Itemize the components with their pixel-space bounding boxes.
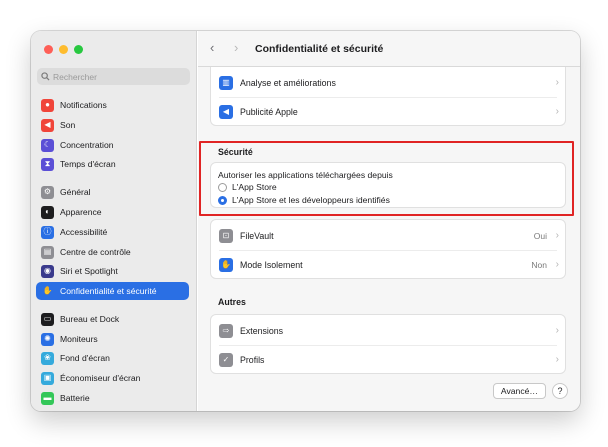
moon-icon: ☾: [41, 138, 54, 152]
settings-window: Rechercher ● Notifications ◀ Son ☾ Conce…: [31, 31, 580, 411]
help-button[interactable]: ?: [552, 383, 568, 399]
chevron-right-icon: ›: [555, 325, 559, 336]
forward-button[interactable]: ›: [234, 41, 238, 54]
profiles-icon: ✓: [219, 352, 233, 367]
sidebar-item-notifications[interactable]: ● Notifications: [36, 96, 189, 114]
row-label: Mode Isolement: [240, 259, 303, 270]
chevron-right-icon: ›: [555, 259, 559, 270]
sidebar-item-label: Bureau et Dock: [60, 314, 120, 324]
sidebar: Rechercher ● Notifications ◀ Son ☾ Conce…: [31, 31, 197, 411]
privacy-card: ▥ Analyse et améliorations › ◀ Publicité…: [210, 67, 566, 126]
control-center-icon: ▤: [41, 245, 54, 259]
window-controls: [44, 45, 83, 54]
search-input[interactable]: Rechercher: [37, 68, 190, 85]
sidebar-item-focus[interactable]: ☾ Concentration: [36, 136, 189, 154]
sidebar-item-label: Confidentialité et sécurité: [60, 286, 157, 296]
sidebar-item-siri-spotlight[interactable]: ◉ Siri et Spotlight: [36, 262, 189, 280]
sidebar-item-battery[interactable]: ▬ Batterie: [36, 389, 189, 407]
battery-icon: ▬: [41, 391, 54, 405]
row-label: FileVault: [240, 230, 274, 241]
dock-icon: ▭: [41, 312, 54, 326]
profiles-row[interactable]: ✓ Profils ›: [211, 345, 565, 374]
sidebar-item-label: Concentration: [60, 140, 114, 150]
apple-advertising-row[interactable]: ◀ Publicité Apple ›: [211, 97, 565, 126]
sidebar-item-screen-time[interactable]: ⧗ Temps d'écran: [36, 155, 189, 173]
sidebar-item-label: Économiseur d'écran: [60, 373, 141, 383]
search-placeholder: Rechercher: [53, 71, 97, 82]
accessibility-icon: ⓘ: [41, 225, 54, 239]
back-button[interactable]: ‹: [210, 41, 214, 54]
sidebar-item-privacy-security[interactable]: ✋ Confidentialité et sécurité: [36, 282, 189, 300]
sidebar-item-label: Apparence: [60, 207, 102, 217]
extensions-icon: ⇨: [219, 323, 233, 338]
page-title: Confidentialité et sécurité: [255, 43, 384, 55]
sidebar-item-appearance[interactable]: ◐ Apparence: [36, 203, 189, 221]
sidebar-item-wallpaper[interactable]: ❀ Fond d'écran: [36, 349, 189, 367]
sidebar-item-label: Général: [60, 187, 91, 197]
appearance-icon: ◐: [41, 205, 54, 219]
chevron-right-icon: ›: [555, 230, 559, 241]
sidebar-item-label: Notifications: [60, 100, 107, 110]
chevron-right-icon: ›: [555, 354, 559, 365]
sidebar-item-label: Fond d'écran: [60, 353, 110, 363]
security-options-card: ⊡ FileVault Oui › ✋ Mode Isolement Non ›: [210, 219, 566, 279]
security-highlight-box: [199, 141, 574, 216]
main-pane: ‹ › Confidentialité et sécurité ▥ Analys…: [198, 31, 580, 411]
sidebar-item-control-center[interactable]: ▤ Centre de contrôle: [36, 243, 189, 261]
sidebar-item-desktop-dock[interactable]: ▭ Bureau et Dock: [36, 310, 189, 328]
lockdown-mode-row[interactable]: ✋ Mode Isolement Non ›: [211, 250, 565, 279]
sidebar-item-label: Batterie: [60, 393, 90, 403]
chart-icon: ▥: [219, 75, 233, 90]
close-window-button[interactable]: [44, 45, 53, 54]
extensions-row[interactable]: ⇨ Extensions ›: [211, 316, 565, 345]
sidebar-item-label: Moniteurs: [60, 334, 98, 344]
wallpaper-icon: ❀: [41, 351, 54, 365]
toolbar: ‹ › Confidentialité et sécurité: [198, 31, 580, 67]
hand-icon: ✋: [41, 284, 54, 298]
sidebar-item-label: Centre de contrôle: [60, 247, 131, 257]
hourglass-icon: ⧗: [41, 157, 54, 171]
filevault-icon: ⊡: [219, 228, 233, 243]
others-card: ⇨ Extensions › ✓ Profils ›: [210, 314, 566, 374]
hand-icon: ✋: [219, 257, 233, 272]
zoom-window-button[interactable]: [74, 45, 83, 54]
analytics-row[interactable]: ▥ Analyse et améliorations ›: [211, 68, 565, 97]
bell-icon: ●: [41, 98, 54, 112]
row-label: Publicité Apple: [240, 106, 298, 117]
screensaver-icon: ▣: [41, 371, 54, 385]
sidebar-item-general[interactable]: ⚙ Général: [36, 183, 189, 201]
speaker-icon: ◀: [41, 118, 54, 132]
others-section-title: Autres: [218, 297, 246, 307]
sidebar-item-accessibility[interactable]: ⓘ Accessibilité: [36, 223, 189, 241]
row-value: Non: [531, 259, 547, 270]
chevron-right-icon: ›: [555, 106, 559, 117]
sidebar-item-label: Siri et Spotlight: [60, 266, 118, 276]
row-label: Analyse et améliorations: [240, 77, 336, 88]
gear-icon: ⚙: [41, 185, 54, 199]
sidebar-item-label: Temps d'écran: [60, 159, 116, 169]
advanced-button[interactable]: Avancé…: [492, 383, 546, 399]
sidebar-item-label: Accessibilité: [60, 227, 108, 237]
sidebar-item-displays[interactable]: ✺ Moniteurs: [36, 330, 189, 348]
siri-icon: ◉: [41, 264, 54, 278]
sidebar-item-label: Son: [60, 120, 76, 130]
search-icon: [41, 72, 50, 81]
filevault-row[interactable]: ⊡ FileVault Oui ›: [211, 221, 565, 250]
sidebar-item-sound[interactable]: ◀ Son: [36, 116, 189, 134]
megaphone-icon: ◀: [219, 104, 233, 119]
chevron-right-icon: ›: [555, 77, 559, 88]
row-value: Oui: [533, 230, 547, 241]
sidebar-item-screensaver[interactable]: ▣ Économiseur d'écran: [36, 369, 189, 387]
row-label: Extensions: [240, 325, 284, 336]
minimize-window-button[interactable]: [59, 45, 68, 54]
row-label: Profils: [240, 354, 265, 365]
display-icon: ✺: [41, 332, 54, 346]
